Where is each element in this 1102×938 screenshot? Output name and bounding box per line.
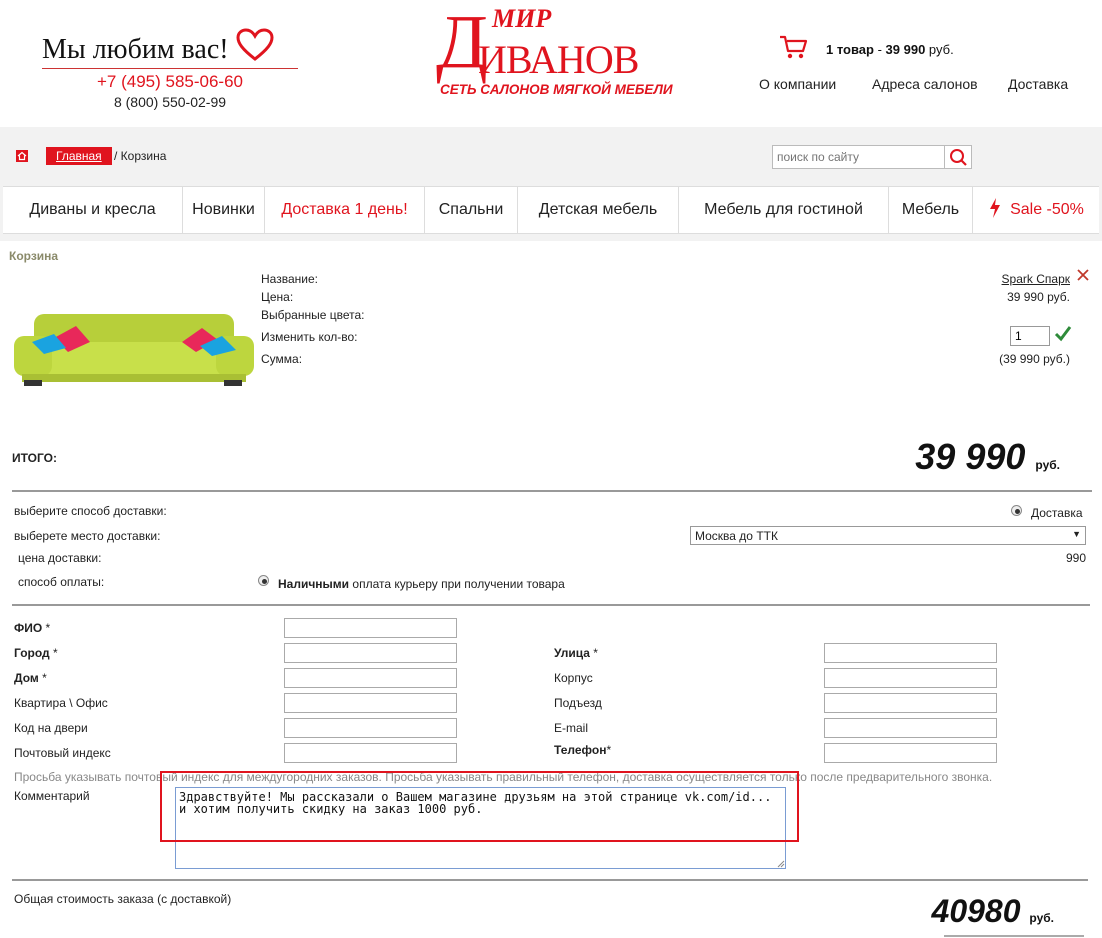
divider — [12, 490, 1092, 492]
product-price: 39 990 руб. — [1007, 290, 1070, 304]
cart-title: Корзина — [9, 249, 59, 263]
payment-label: способ оплаты: — [18, 575, 105, 589]
divider — [12, 879, 1088, 881]
entrance-label: Подъезд — [554, 696, 602, 710]
highlight-box — [160, 771, 799, 842]
door-code-label: Код на двери — [14, 721, 88, 735]
delivery-place-select[interactable]: Москва до ТТК ▼ — [690, 526, 1086, 545]
phone-free[interactable]: 8 (800) 550-02-99 — [42, 94, 298, 110]
menu-living-room[interactable]: Мебель для гостиной — [679, 187, 889, 233]
label-qty: Изменить кол-во: — [261, 330, 358, 344]
sofa-image[interactable] — [14, 300, 254, 390]
logo[interactable]: Д МИР ИВАНОВ СЕТЬ САЛОНОВ МЯГКОЙ МЕБЕЛИ — [430, 0, 680, 105]
cart-icon[interactable] — [778, 34, 808, 60]
breadcrumb-home[interactable]: Главная — [46, 147, 112, 165]
heart-icon — [236, 28, 274, 61]
order-total-label: Общая стоимость заказа (с доставкой) — [14, 892, 232, 906]
search-input[interactable] — [772, 145, 945, 169]
divider — [944, 935, 1084, 937]
label-colors: Выбранные цвета: — [261, 308, 365, 322]
delivery-price-value: 990 — [1065, 551, 1086, 565]
resize-handle-icon[interactable] — [775, 858, 785, 868]
phone-main[interactable]: +7 (495) 585-06-60 — [42, 72, 298, 92]
delete-icon[interactable] — [1076, 268, 1090, 282]
home-icon[interactable] — [16, 150, 28, 162]
check-icon[interactable] — [1054, 324, 1072, 342]
nav-about[interactable]: О компании — [759, 76, 836, 92]
product-sum: (39 990 руб.) — [999, 352, 1070, 366]
nav-delivery[interactable]: Доставка — [1008, 76, 1068, 92]
label-price: Цена: — [261, 290, 294, 304]
divider — [42, 68, 298, 69]
slogan: Мы любим вас! — [42, 28, 274, 66]
building-label: Корпус — [554, 671, 593, 685]
nav-addresses[interactable]: Адреса салонов — [872, 76, 978, 92]
fio-field[interactable] — [284, 618, 457, 638]
menu-furniture[interactable]: Мебель — [889, 187, 973, 233]
menu-sale[interactable]: Sale -50% — [973, 187, 1099, 233]
delivery-place-label: выберете место доставки: — [14, 529, 161, 543]
menu-bedrooms[interactable]: Спальни — [425, 187, 518, 233]
city-field[interactable] — [284, 643, 457, 663]
menu-kids[interactable]: Детская мебель — [518, 187, 679, 233]
cart-summary[interactable]: 1 товар - 39 990 руб. — [826, 42, 954, 57]
menu-sofas[interactable]: Диваны и кресла — [3, 187, 183, 233]
phone-label: Телефон* — [554, 743, 612, 757]
phone-field[interactable] — [824, 743, 997, 763]
label-sum: Сумма: — [261, 352, 303, 366]
delivery-option: Доставка — [1031, 506, 1083, 520]
email-label: E-mail — [554, 721, 589, 735]
postcode-field[interactable] — [284, 743, 457, 763]
total-value: 39 990 руб. — [915, 436, 1060, 477]
quantity-input[interactable] — [1010, 326, 1050, 346]
search-icon — [950, 149, 967, 166]
postcode-label: Почтовый индекс — [14, 746, 111, 760]
search-button[interactable] — [944, 145, 972, 169]
building-field[interactable] — [824, 668, 997, 688]
door-code-field[interactable] — [284, 718, 457, 738]
apartment-label: Квартира \ Офис — [14, 696, 108, 710]
total-label: ИТОГО: — [12, 451, 57, 465]
menu-new[interactable]: Новинки — [183, 187, 265, 233]
order-total-value: 40980 руб. — [931, 893, 1054, 929]
street-label: Улица * — [554, 646, 598, 660]
city-label: Город * — [14, 646, 58, 660]
entrance-field[interactable] — [824, 693, 997, 713]
main-menu: Диваны и кресла Новинки Доставка 1 день!… — [3, 186, 1099, 234]
payment-option: Наличными оплата курьеру при получении т… — [278, 577, 565, 591]
comment-label: Комментарий — [14, 789, 90, 803]
divider — [12, 604, 1090, 606]
house-field[interactable] — [284, 668, 457, 688]
email-field[interactable] — [824, 718, 997, 738]
breadcrumb-current: / Корзина — [114, 149, 167, 163]
menu-delivery-1-day[interactable]: Доставка 1 день! — [265, 187, 425, 233]
product-link[interactable]: Spark Спарк — [1002, 272, 1070, 286]
delivery-method-label: выберите способ доставки: — [14, 504, 167, 518]
delivery-price-label: цена доставки: — [18, 551, 102, 565]
delivery-radio[interactable] — [1011, 505, 1022, 516]
chevron-down-icon: ▼ — [1072, 529, 1081, 539]
street-field[interactable] — [824, 643, 997, 663]
house-label: Дом * — [14, 671, 47, 685]
fio-label: ФИО * — [14, 621, 51, 635]
payment-radio[interactable] — [258, 575, 269, 586]
lightning-icon — [990, 198, 1001, 218]
apartment-field[interactable] — [284, 693, 457, 713]
label-name: Название: — [261, 272, 318, 286]
